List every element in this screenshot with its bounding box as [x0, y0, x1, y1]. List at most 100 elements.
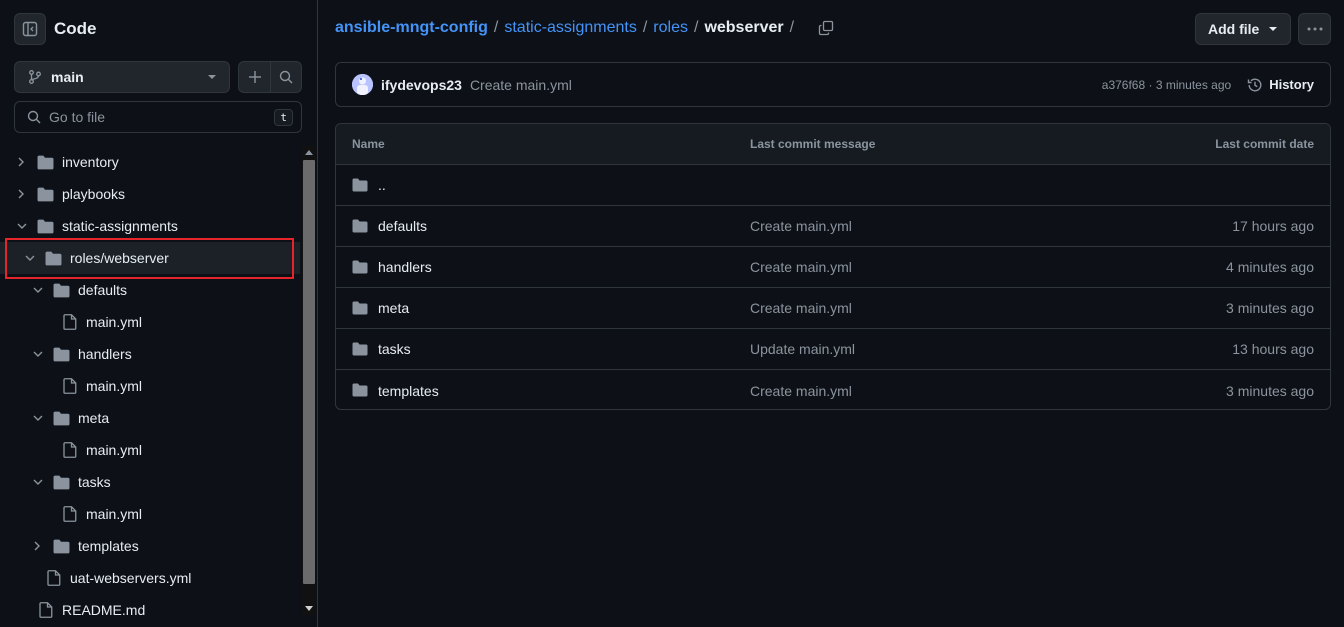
parent-directory-link[interactable]: ..: [378, 177, 386, 193]
tree-folder-item[interactable]: tasks: [0, 466, 300, 498]
search-icon: [279, 70, 293, 84]
folder-icon: [352, 178, 368, 192]
scrollbar-thumb[interactable]: [303, 160, 315, 584]
folder-icon: [53, 338, 70, 370]
breadcrumb-static-assignments-link[interactable]: static-assignments: [504, 19, 637, 37]
commit-message[interactable]: Create main.yml: [470, 77, 572, 93]
last-commit-date: 17 hours ago: [1232, 218, 1314, 234]
add-file-label: Add file: [1208, 21, 1260, 37]
directory-name-link[interactable]: templates: [378, 383, 439, 399]
table-row[interactable]: defaults Create main.yml 17 hours ago: [336, 206, 1330, 247]
tree-folder-item[interactable]: inventory: [0, 146, 300, 178]
branch-name: main: [51, 69, 84, 85]
table-row[interactable]: templates Create main.yml 3 minutes ago: [336, 370, 1330, 409]
plus-icon: [248, 71, 261, 83]
tree-item-label: tasks: [78, 474, 111, 490]
column-date-header: Last commit date: [1215, 137, 1314, 151]
tree-folder-item[interactable]: handlers: [0, 338, 300, 370]
folder-icon: [53, 466, 70, 498]
tree-scrollbar[interactable]: [302, 146, 316, 615]
history-button[interactable]: History: [1247, 77, 1314, 93]
last-commit-message-link[interactable]: Create main.yml: [750, 300, 852, 316]
more-options-button[interactable]: [1298, 13, 1331, 45]
commit-author[interactable]: ifydevops23: [381, 77, 462, 93]
chevron-right-icon[interactable]: [17, 178, 25, 210]
table-row[interactable]: handlers Create main.yml 4 minutes ago: [336, 247, 1330, 288]
breadcrumb-separator: /: [693, 19, 699, 36]
kebab-horizontal-icon: [1307, 27, 1322, 31]
commit-hash-time[interactable]: a376f68 · 3 minutes ago: [1102, 78, 1231, 92]
copy-path-button[interactable]: [818, 20, 834, 36]
history-label: History: [1269, 77, 1314, 92]
folder-icon: [53, 530, 70, 562]
tree-file-item[interactable]: main.yml: [0, 306, 300, 338]
add-file-dropdown-button[interactable]: Add file: [1195, 13, 1291, 45]
chevron-right-icon[interactable]: [33, 530, 41, 562]
go-to-file-input[interactable]: [49, 109, 275, 125]
collapse-sidebar-button[interactable]: [14, 13, 46, 45]
directory-name-link[interactable]: meta: [378, 300, 409, 316]
tree-file-item[interactable]: uat-webservers.yml: [0, 562, 300, 594]
breadcrumb-separator: /: [642, 19, 648, 36]
git-branch-icon: [29, 70, 41, 84]
tree-item-label: meta: [78, 410, 110, 426]
breadcrumb-separator: /: [493, 19, 499, 36]
history-icon: [1248, 78, 1262, 91]
table-row[interactable]: meta Create main.yml 3 minutes ago: [336, 288, 1330, 329]
tree-file-item[interactable]: main.yml: [0, 498, 300, 530]
search-files-button[interactable]: [270, 62, 301, 92]
folder-icon: [53, 402, 70, 434]
last-commit-date: 4 minutes ago: [1226, 259, 1314, 275]
directory-name-link[interactable]: handlers: [378, 259, 432, 275]
scroll-down-arrow-icon[interactable]: [305, 606, 313, 611]
tree-item-label: handlers: [78, 346, 132, 362]
column-name-header: Name: [352, 137, 385, 151]
branch-selector[interactable]: main: [14, 61, 230, 93]
last-commit-message-link[interactable]: Update main.yml: [750, 341, 855, 357]
keyboard-shortcut-badge: t: [274, 108, 293, 126]
file-icon: [47, 562, 61, 594]
last-commit-message-link[interactable]: Create main.yml: [750, 383, 852, 399]
folder-icon: [352, 301, 368, 315]
sidebar-collapse-icon: [22, 21, 38, 37]
caret-down-icon: [1269, 27, 1277, 31]
directory-name-link[interactable]: defaults: [378, 218, 427, 234]
last-commit-message-link[interactable]: Create main.yml: [750, 218, 852, 234]
sidebar-title: Code: [54, 19, 97, 38]
avatar[interactable]: [352, 74, 373, 95]
breadcrumb-trailing-separator: /: [789, 19, 795, 36]
chevron-right-icon[interactable]: [17, 146, 25, 178]
chevron-down-icon[interactable]: [33, 338, 43, 370]
directory-name-link[interactable]: tasks: [378, 341, 411, 357]
go-to-file-field[interactable]: t: [14, 101, 302, 133]
tree-item-label: README.md: [62, 602, 146, 618]
tree-file-item[interactable]: main.yml: [0, 370, 300, 402]
scroll-up-arrow-icon[interactable]: [305, 150, 313, 155]
chevron-down-icon[interactable]: [33, 466, 43, 498]
tree-item-label: main.yml: [86, 314, 143, 330]
last-commit-date: 3 minutes ago: [1226, 300, 1314, 316]
file-icon: [39, 594, 53, 626]
column-message-header: Last commit message: [750, 137, 876, 151]
table-row[interactable]: tasks Update main.yml 13 hours ago: [336, 329, 1330, 370]
annotation-highlight-box: [5, 238, 294, 279]
tree-item-label: uat-webservers.yml: [70, 570, 192, 586]
table-header: Name Last commit message Last commit dat…: [336, 124, 1330, 165]
tree-file-item[interactable]: main.yml: [0, 434, 300, 466]
caret-down-icon: [208, 75, 216, 79]
add-file-button[interactable]: [239, 62, 270, 92]
chevron-down-icon[interactable]: [33, 402, 43, 434]
breadcrumb-current: webserver: [704, 19, 784, 36]
file-icon: [63, 306, 77, 338]
last-commit-date: 13 hours ago: [1232, 341, 1314, 357]
breadcrumb-roles-link[interactable]: roles: [653, 19, 688, 37]
search-icon: [27, 110, 41, 124]
tree-folder-item[interactable]: meta: [0, 402, 300, 434]
tree-folder-item[interactable]: templates: [0, 530, 300, 562]
breadcrumb-repo-link[interactable]: ansible-mngt-config: [335, 19, 488, 37]
tree-folder-item[interactable]: playbooks: [0, 178, 300, 210]
tree-file-item[interactable]: README.md: [0, 594, 300, 626]
parent-directory-row[interactable]: ..: [336, 165, 1330, 206]
last-commit-message-link[interactable]: Create main.yml: [750, 259, 852, 275]
folder-icon: [352, 260, 368, 274]
